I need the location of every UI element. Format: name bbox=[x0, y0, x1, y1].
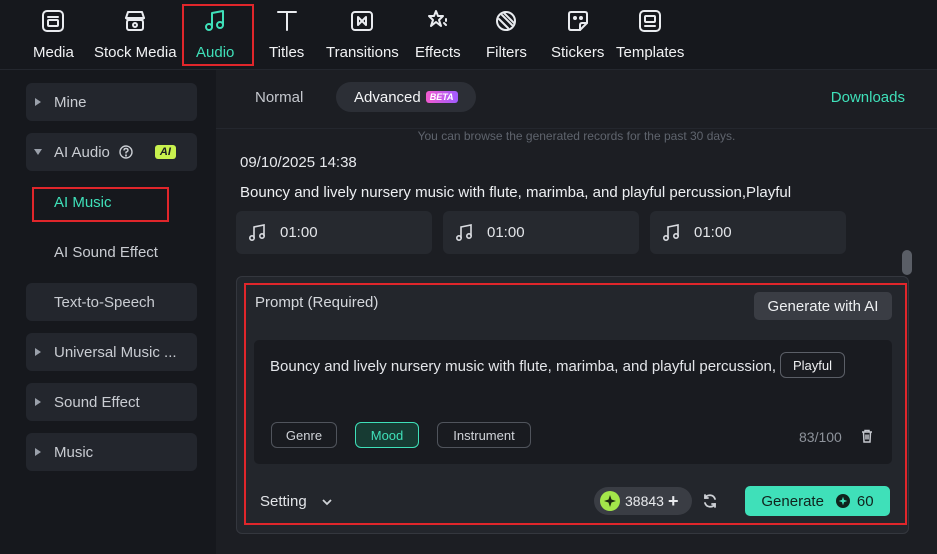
track-duration: 01:00 bbox=[280, 224, 318, 241]
beta-badge: BETA bbox=[425, 91, 458, 103]
mood-chip[interactable]: Mood bbox=[355, 422, 419, 448]
sidebar-item-universal-music[interactable]: Universal Music ... bbox=[26, 333, 197, 371]
genre-chip[interactable]: Genre bbox=[271, 422, 337, 448]
toolbar-effects-label: Effects bbox=[415, 44, 461, 61]
downloads-link[interactable]: Downloads bbox=[831, 89, 905, 106]
top-toolbar: Media Stock Media Audio Titles Transitio… bbox=[0, 0, 937, 70]
effects-icon bbox=[423, 6, 453, 36]
char-counter: 83/100 bbox=[799, 429, 842, 445]
main-panel: Normal Advanced BETA Downloads You can b… bbox=[216, 70, 937, 554]
track-item[interactable]: 01:00 bbox=[650, 211, 846, 254]
track-duration: 01:00 bbox=[694, 224, 732, 241]
toolbar-audio-label: Audio bbox=[196, 44, 235, 61]
toolbar-audio[interactable]: Audio bbox=[196, 6, 234, 68]
tab-advanced-label: Advanced bbox=[354, 88, 421, 106]
stock-media-icon bbox=[120, 6, 150, 36]
music-note-icon bbox=[662, 223, 680, 241]
ai-badge: AI bbox=[154, 145, 176, 159]
credit-coin-icon bbox=[600, 491, 620, 511]
add-credits-icon[interactable]: + bbox=[668, 492, 679, 510]
credits-badge: 38843 + bbox=[594, 487, 692, 515]
caret-right-icon bbox=[34, 448, 44, 456]
stickers-icon bbox=[563, 6, 593, 36]
sidebar-item-ai-music[interactable]: AI Music bbox=[26, 183, 197, 221]
track-item[interactable]: 01:00 bbox=[236, 211, 432, 254]
record-title: Bouncy and lively nursery music with flu… bbox=[240, 184, 792, 201]
tab-advanced[interactable]: Advanced BETA bbox=[336, 82, 476, 112]
filters-icon bbox=[491, 6, 521, 36]
templates-icon bbox=[635, 6, 665, 36]
toolbar-effects[interactable]: Effects bbox=[415, 6, 461, 68]
sidebar-item-sound-effect[interactable]: Sound Effect bbox=[26, 383, 197, 421]
sidebar-item-ai-music-label: AI Music bbox=[54, 193, 112, 211]
toolbar-titles[interactable]: Titles bbox=[269, 6, 304, 68]
toolbar-stock-media-label: Stock Media bbox=[94, 44, 177, 61]
caret-right-icon bbox=[34, 398, 44, 406]
toolbar-stickers-label: Stickers bbox=[551, 44, 605, 61]
sidebar-item-sound-effect-label: Sound Effect bbox=[54, 393, 140, 411]
help-icon[interactable] bbox=[119, 145, 133, 159]
toolbar-media[interactable]: Media bbox=[33, 6, 74, 68]
generate-with-ai-button[interactable]: Generate with AI bbox=[754, 292, 892, 320]
media-icon bbox=[38, 6, 68, 36]
toolbar-transitions-label: Transitions bbox=[326, 44, 399, 61]
record-date: 09/10/2025 14:38 bbox=[240, 154, 357, 171]
tab-normal-label: Normal bbox=[255, 88, 304, 106]
toolbar-transitions[interactable]: Transitions bbox=[326, 6, 399, 68]
refresh-icon[interactable] bbox=[702, 493, 718, 509]
scrollbar-thumb[interactable] bbox=[902, 250, 912, 275]
toolbar-titles-label: Titles bbox=[269, 44, 305, 61]
tab-normal[interactable]: Normal bbox=[240, 82, 318, 112]
sidebar-item-mine-label: Mine bbox=[54, 93, 87, 111]
toolbar-stickers[interactable]: Stickers bbox=[551, 6, 604, 68]
sidebar-item-ai-sound-effect[interactable]: AI Sound Effect bbox=[26, 233, 197, 271]
sidebar-item-ai-audio[interactable]: AI Audio AI bbox=[26, 133, 197, 171]
toolbar-media-label: Media bbox=[33, 44, 74, 61]
history-notice: You can browse the generated records for… bbox=[216, 128, 937, 143]
setting-dropdown[interactable]: Setting bbox=[260, 493, 333, 510]
caret-right-icon bbox=[34, 348, 44, 356]
caret-down-icon bbox=[34, 148, 44, 156]
prompt-text: Bouncy and lively nursery music with flu… bbox=[270, 358, 777, 375]
sidebar-item-mine[interactable]: Mine bbox=[26, 83, 197, 121]
generate-label: Generate bbox=[761, 492, 824, 510]
titles-icon bbox=[272, 6, 302, 36]
instrument-chip[interactable]: Instrument bbox=[437, 422, 531, 448]
credits-value: 38843 bbox=[625, 493, 664, 509]
toolbar-templates-label: Templates bbox=[616, 44, 685, 61]
music-note-icon bbox=[455, 223, 473, 241]
trash-icon[interactable] bbox=[860, 429, 874, 443]
transitions-icon bbox=[347, 6, 377, 36]
sidebar-item-text-to-speech[interactable]: Text-to-Speech bbox=[26, 283, 197, 321]
toolbar-stock-media[interactable]: Stock Media bbox=[94, 6, 177, 68]
toolbar-filters[interactable]: Filters bbox=[486, 6, 527, 68]
music-note-icon bbox=[200, 6, 230, 36]
prompt-label: Prompt (Required) bbox=[255, 294, 379, 311]
sidebar-item-ai-sound-effect-label: AI Sound Effect bbox=[54, 243, 158, 261]
chevron-down-icon bbox=[322, 498, 332, 505]
sidebar-item-universal-music-label: Universal Music ... bbox=[54, 343, 177, 361]
generate-button[interactable]: Generate 60 bbox=[745, 486, 890, 516]
caret-right-icon bbox=[34, 98, 44, 106]
track-item[interactable]: 01:00 bbox=[443, 211, 639, 254]
track-duration: 01:00 bbox=[487, 224, 525, 241]
sidebar-item-music[interactable]: Music bbox=[26, 433, 197, 471]
credit-coin-icon bbox=[835, 494, 850, 508]
sidebar: Mine AI Audio AI AI Music AI Sound Effec… bbox=[0, 70, 216, 554]
music-note-icon bbox=[248, 223, 266, 241]
toolbar-filters-label: Filters bbox=[486, 44, 527, 61]
generate-cost: 60 bbox=[856, 492, 874, 510]
prompt-tag-playful[interactable]: Playful bbox=[780, 352, 845, 378]
sidebar-item-ai-audio-label: AI Audio bbox=[54, 143, 110, 161]
prompt-input[interactable]: Bouncy and lively nursery music with flu… bbox=[254, 340, 892, 464]
setting-label: Setting bbox=[260, 493, 307, 510]
sidebar-item-text-to-speech-label: Text-to-Speech bbox=[54, 293, 155, 311]
toolbar-templates[interactable]: Templates bbox=[616, 6, 684, 68]
sidebar-item-music-label: Music bbox=[54, 443, 94, 461]
